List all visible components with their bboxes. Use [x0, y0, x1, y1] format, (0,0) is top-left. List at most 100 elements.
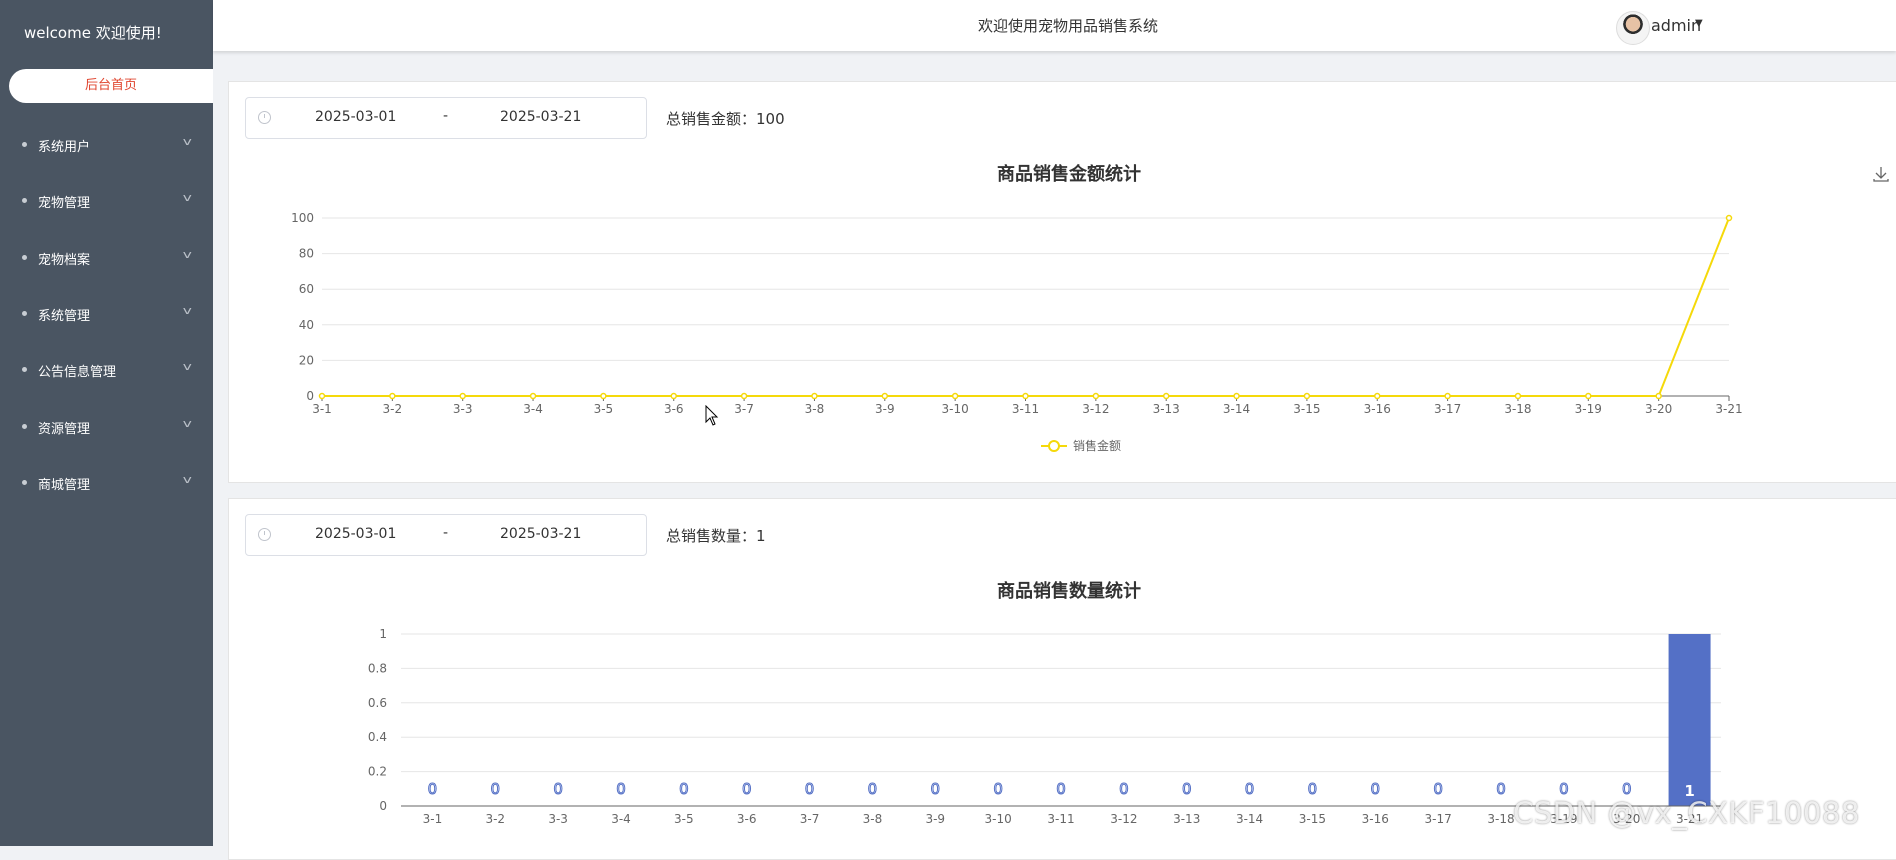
data-point: [1374, 392, 1381, 400]
bar-data-label: 0: [428, 780, 438, 798]
sidebar-item-resources[interactable]: 资源管理 v: [0, 405, 213, 449]
data-point: [1022, 392, 1029, 400]
x-tick-label: 3-16: [1364, 402, 1391, 416]
data-point: [1162, 392, 1170, 400]
bullet-icon: [22, 142, 27, 147]
bar: [1668, 634, 1711, 806]
x-tick-label: 3-4: [611, 812, 631, 826]
mouse-cursor-icon: [705, 405, 719, 426]
data-point: [1444, 392, 1451, 400]
sales-amount-line-chart: 0 20 40 60 80 100 3-1 3-2 3-3 3-4 3-5 3-6 3-7 3-8 3-9 3…: [291, 211, 1743, 453]
x-tick-label: 3-6: [664, 402, 684, 416]
sidebar-item-label: 宠物管理: [38, 196, 91, 211]
sidebar-item-mall[interactable]: 商城管理 v: [0, 461, 213, 505]
y-tick-label: 100: [291, 211, 314, 225]
bar-data-label: 0: [1433, 780, 1443, 798]
bar-data-label: 0: [931, 780, 941, 798]
bullet-icon: [22, 367, 27, 372]
x-tick-label: 3-12: [1110, 812, 1137, 826]
watermark: CSDN @vx_CXKF10088: [1513, 796, 1860, 830]
legend-marker: [1048, 440, 1060, 452]
x-tick-label: 3-9: [875, 402, 895, 416]
sidebar-item-label: 宠物档案: [38, 253, 91, 268]
chevron-down-icon: v: [183, 473, 193, 486]
x-tick-label: 3-7: [734, 402, 754, 416]
sidebar-item-pet-records[interactable]: 宠物档案 v: [0, 236, 213, 280]
data-point: [600, 392, 607, 400]
chevron-down-icon: v: [183, 360, 193, 373]
bullet-icon: [22, 198, 27, 203]
bar-data-label: 0: [805, 780, 815, 798]
chevron-down-icon: v: [183, 417, 193, 430]
x-tick-label: 3-3: [548, 812, 568, 826]
bar-data-label: 0: [1245, 780, 1255, 798]
data-point: [1725, 214, 1733, 222]
sidebar-item-label: 资源管理: [38, 422, 91, 437]
y-tick-label: 0.8: [368, 661, 387, 675]
bar-data-label: 0: [993, 780, 1003, 798]
x-tick-label: 3-18: [1504, 402, 1531, 416]
x-tick-label: 3-18: [1487, 812, 1514, 826]
sidebar-item-system-users[interactable]: 系统用户 v: [0, 123, 213, 167]
sidebar-item-announcements[interactable]: 公告信息管理 v: [0, 348, 213, 392]
sales-amount-card: 2025-03-01 - 2025-03-21 总销售金额：100 商品销售金额…: [228, 81, 1896, 483]
bar-data-label: 0: [553, 780, 563, 798]
x-tick-label: 3-5: [674, 812, 694, 826]
user-menu-name[interactable]: admin: [1651, 16, 1701, 35]
x-tick-label: 3-21: [1715, 402, 1742, 416]
bullet-icon: [22, 424, 27, 429]
data-point: [1303, 392, 1311, 400]
data-point: [670, 392, 677, 400]
data-point: [740, 392, 748, 400]
y-tick-label: 40: [299, 318, 314, 332]
x-tick-label: 3-8: [805, 402, 825, 416]
data-point: [1233, 392, 1240, 400]
x-tick-label: 3-14: [1236, 812, 1263, 826]
welcome-text: welcome 欢迎使用!: [24, 24, 162, 42]
chevron-down-icon: v: [183, 135, 193, 148]
sidebar-item-pet-management[interactable]: 宠物管理 v: [0, 179, 213, 223]
x-tick-label: 3-11: [1047, 812, 1074, 826]
x-tick-label: 3-12: [1082, 402, 1109, 416]
x-tick-label: 3-11: [1012, 402, 1039, 416]
x-tick-label: 3-7: [800, 812, 820, 826]
bar-data-label: 0: [1496, 780, 1506, 798]
x-tick-label: 3-1: [423, 812, 443, 826]
y-tick-label: 0.2: [368, 765, 387, 779]
x-tick-label: 3-1: [312, 402, 332, 416]
data-point: [1585, 392, 1592, 400]
bar-data-label: 0: [1308, 780, 1318, 798]
sidebar-item-label: 商城管理: [38, 478, 91, 493]
series-line: [322, 217, 1730, 397]
data-point: [1655, 392, 1662, 400]
bar-data-label: 0: [1182, 780, 1192, 798]
sidebar-item-home[interactable]: 后台首页: [9, 69, 213, 103]
data-point: [1092, 392, 1100, 400]
x-tick-label: 3-13: [1153, 402, 1180, 416]
y-tick-label: 60: [299, 282, 314, 296]
chevron-down-icon: v: [183, 248, 193, 261]
x-tick-label: 3-15: [1299, 812, 1326, 826]
data-point: [811, 392, 818, 400]
x-tick-label: 3-15: [1293, 402, 1320, 416]
bullet-icon: [22, 255, 27, 260]
bar-data-label: 0: [1371, 780, 1381, 798]
caret-down-icon[interactable]: ▼: [1695, 18, 1703, 29]
top-header: 欢迎使用宠物用品销售系统 admin ▼: [213, 0, 1896, 51]
sidebar-item-label: 系统用户: [38, 140, 91, 155]
x-tick-label: 3-6: [737, 812, 757, 826]
x-tick-label: 3-2: [383, 402, 403, 416]
bar-data-label: 0: [1056, 780, 1066, 798]
sidebar-item-system-management[interactable]: 系统管理 v: [0, 292, 213, 336]
bar-data-label: 0: [679, 780, 689, 798]
avatar[interactable]: [1616, 11, 1650, 45]
data-point: [318, 392, 326, 400]
sidebar-item-label: 公告信息管理: [38, 365, 117, 380]
chevron-down-icon: v: [183, 191, 193, 204]
y-tick-label: 0.4: [368, 730, 387, 744]
y-tick-label: 0: [306, 389, 314, 403]
x-tick-label: 3-17: [1434, 402, 1461, 416]
bullet-icon: [22, 480, 27, 485]
x-tick-label: 3-20: [1645, 402, 1672, 416]
data-point: [459, 392, 466, 400]
